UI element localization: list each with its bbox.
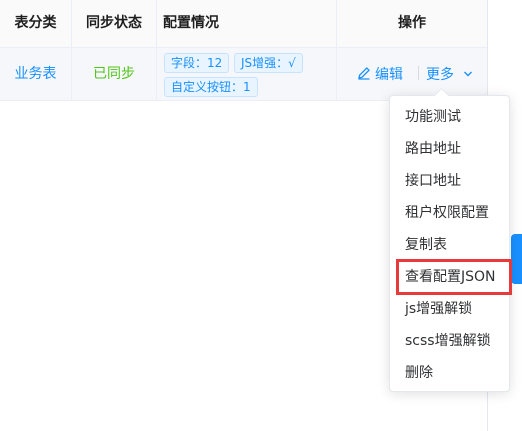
menu-item-copy-table[interactable]: 复制表 xyxy=(390,229,509,261)
header-category: 表分类 xyxy=(0,0,72,47)
table-row: 业务表 已同步 字段：12 JS增强：√ 自定义按钮：1 xyxy=(0,48,487,101)
menu-item-function-test[interactable]: 功能测试 xyxy=(390,101,509,133)
side-drawer-handle[interactable] xyxy=(511,234,522,284)
tag-custom-button: 自定义按钮：1 xyxy=(164,77,258,97)
category-link[interactable]: 业务表 xyxy=(15,66,57,82)
menu-item-view-config-json[interactable]: 查看配置JSON xyxy=(390,261,509,293)
menu-item-delete[interactable]: 删除 xyxy=(390,357,509,389)
header-sync-status: 同步状态 xyxy=(72,0,157,47)
edit-button[interactable]: 编辑 xyxy=(357,64,403,84)
table-header: 表分类 同步状态 配置情况 操作 xyxy=(0,0,487,48)
menu-item-tenant-permission[interactable]: 租户权限配置 xyxy=(390,197,509,229)
more-label: 更多 xyxy=(426,67,454,83)
more-button[interactable]: 更多 xyxy=(426,64,473,84)
menu-item-scss-unlock[interactable]: scss增强解锁 xyxy=(390,325,509,357)
sync-status-text: 已同步 xyxy=(93,66,135,82)
header-actions: 操作 xyxy=(398,15,426,31)
action-divider xyxy=(418,66,419,80)
menu-item-js-unlock[interactable]: js增强解锁 xyxy=(390,293,509,325)
menu-item-route-address[interactable]: 路由地址 xyxy=(390,133,509,165)
chevron-down-icon xyxy=(464,71,473,77)
config-cell: 字段：12 JS增强：√ 自定义按钮：1 xyxy=(157,48,337,100)
menu-item-api-address[interactable]: 接口地址 xyxy=(390,165,509,197)
edit-icon xyxy=(358,67,370,80)
more-dropdown-menu: 功能测试 路由地址 接口地址 租户权限配置 复制表 查看配置JSON js增强解… xyxy=(389,87,510,392)
tag-field-count: 字段：12 xyxy=(164,53,230,73)
tag-js-enhance: JS增强：√ xyxy=(234,53,303,73)
edit-label: 编辑 xyxy=(375,67,403,83)
header-config: 配置情况 xyxy=(157,0,337,47)
